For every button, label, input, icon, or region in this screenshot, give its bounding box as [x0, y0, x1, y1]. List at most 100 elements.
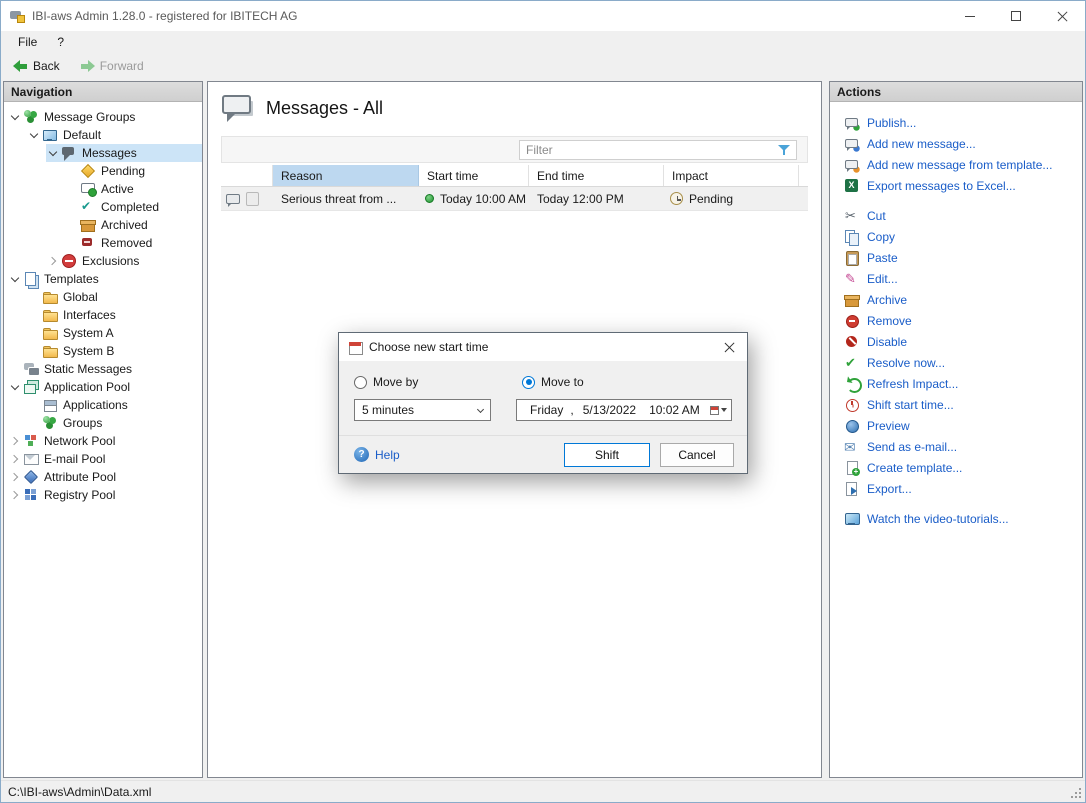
tree-item-e-mail-pool[interactable]: E-mail Pool	[4, 450, 202, 468]
chevron-down-icon[interactable]	[8, 272, 23, 287]
action-create-template[interactable]: Create template...	[844, 457, 1076, 478]
removed-icon	[80, 235, 96, 251]
action-edit[interactable]: Edit...	[844, 268, 1076, 289]
tree-item-active[interactable]: Active	[4, 180, 202, 198]
filter-input[interactable]	[526, 143, 777, 157]
tree-item-templates[interactable]: Templates	[4, 270, 202, 288]
action-resolve-now[interactable]: Resolve now...	[844, 352, 1076, 373]
column-header-end-time[interactable]: End time	[529, 165, 664, 186]
default-group-icon	[42, 127, 58, 143]
tree-item-label: Interfaces	[63, 308, 116, 322]
action-shift-start-time[interactable]: Shift start time...	[844, 394, 1076, 415]
action-add-new-message-from-template[interactable]: Add new message from template...	[844, 154, 1076, 175]
action-label: Resolve now...	[867, 356, 945, 370]
chevron-down-icon[interactable]	[27, 128, 42, 143]
app-icon	[9, 8, 25, 24]
add-message-icon	[844, 136, 860, 152]
tree-item-network-pool[interactable]: Network Pool	[4, 432, 202, 450]
action-archive[interactable]: Archive	[844, 289, 1076, 310]
tree-item-system-a[interactable]: System A	[4, 324, 202, 342]
tree-item-completed[interactable]: Completed	[4, 198, 202, 216]
tree-item-static-messages[interactable]: Static Messages	[4, 360, 202, 378]
action-refresh-impact[interactable]: Refresh Impact...	[844, 373, 1076, 394]
tree-item-registry-pool[interactable]: Registry Pool	[4, 486, 202, 504]
forward-button[interactable]: Forward	[74, 57, 150, 75]
tree-item-messages[interactable]: Messages	[4, 144, 202, 162]
action-disable[interactable]: Disable	[844, 331, 1076, 352]
chevron-right-icon[interactable]	[8, 434, 23, 449]
close-button[interactable]	[1039, 1, 1085, 31]
refresh-impact-icon	[844, 376, 860, 392]
chevron-right-icon[interactable]	[8, 470, 23, 485]
action-cut[interactable]: Cut	[844, 205, 1076, 226]
shift-button[interactable]: Shift	[564, 443, 650, 467]
tree-item-label: Groups	[63, 416, 102, 430]
filter-band	[221, 136, 808, 163]
chevron-down-icon[interactable]	[8, 380, 23, 395]
action-send-as-e-mail[interactable]: Send as e-mail...	[844, 436, 1076, 457]
menu-help[interactable]: ?	[48, 33, 73, 51]
tree-item-label: System B	[63, 344, 114, 358]
move-by-radio[interactable]: Move by	[354, 375, 522, 389]
actions-panel-header: Actions	[830, 82, 1082, 102]
minimize-button[interactable]	[947, 1, 993, 31]
action-remove[interactable]: Remove	[844, 310, 1076, 331]
tree-item-interfaces[interactable]: Interfaces	[4, 306, 202, 324]
paste-icon	[844, 250, 860, 266]
chevron-right-icon[interactable]	[8, 452, 23, 467]
action-copy[interactable]: Copy	[844, 226, 1076, 247]
action-paste[interactable]: Paste	[844, 247, 1076, 268]
tree-item-application-pool[interactable]: Application Pool	[4, 378, 202, 396]
action-preview[interactable]: Preview	[844, 415, 1076, 436]
menu-file[interactable]: File	[9, 33, 46, 51]
create-template-icon	[844, 460, 860, 476]
datetime-picker[interactable]: Friday , 5/13/2022 10:02 AM	[516, 399, 732, 421]
tree-item-exclusions[interactable]: Exclusions	[4, 252, 202, 270]
tree-item-message-groups[interactable]: Message Groups	[4, 108, 202, 126]
messages-header-icon	[221, 92, 255, 124]
messages-icon	[61, 145, 77, 161]
maximize-button[interactable]	[993, 1, 1039, 31]
tree-item-label: Static Messages	[44, 362, 132, 376]
back-button[interactable]: Back	[7, 57, 66, 75]
move-to-radio[interactable]: Move to	[522, 375, 584, 389]
resize-grip[interactable]	[1079, 796, 1081, 798]
action-label: Preview	[867, 419, 910, 433]
tree-item-global[interactable]: Global	[4, 288, 202, 306]
action-export-messages-to-excel[interactable]: Export messages to Excel...	[844, 175, 1076, 196]
tree-item-default[interactable]: Default	[4, 126, 202, 144]
action-label: Shift start time...	[867, 398, 954, 412]
duration-select[interactable]: 5 minutes	[354, 399, 491, 421]
tree-spacer	[65, 218, 80, 233]
column-header-impact[interactable]: Impact	[664, 165, 799, 186]
tree-item-system-b[interactable]: System B	[4, 342, 202, 360]
message-row[interactable]: Serious threat from ...Today 10:00 AMTod…	[221, 187, 808, 211]
chevron-right-icon[interactable]	[8, 488, 23, 503]
tree-item-pending[interactable]: Pending	[4, 162, 202, 180]
action-add-new-message[interactable]: Add new message...	[844, 133, 1076, 154]
tree-item-attribute-pool[interactable]: Attribute Pool	[4, 468, 202, 486]
help-link[interactable]: Help	[354, 447, 400, 462]
date-separator: ,	[570, 403, 573, 417]
radio-circle-icon	[522, 376, 535, 389]
cancel-button[interactable]: Cancel	[660, 443, 734, 467]
tree-item-groups[interactable]: Groups	[4, 414, 202, 432]
action-publish[interactable]: Publish...	[844, 112, 1076, 133]
column-header-start-time[interactable]: Start time	[419, 165, 529, 186]
filter-funnel-icon[interactable]	[777, 143, 791, 157]
column-header-reason[interactable]: Reason	[273, 165, 419, 186]
column-header-icons	[221, 165, 273, 186]
chevron-down-icon[interactable]	[46, 146, 61, 161]
action-label: Watch the video-tutorials...	[867, 512, 1009, 526]
tree-item-archived[interactable]: Archived	[4, 216, 202, 234]
shift-start-time-icon	[844, 397, 860, 413]
action-watch-the-video-tutorials[interactable]: Watch the video-tutorials...	[844, 508, 1076, 529]
dialog-close-button[interactable]	[711, 333, 747, 361]
chevron-down-icon[interactable]	[8, 110, 23, 125]
calendar-dropdown-button[interactable]	[707, 401, 730, 419]
send-email-icon	[844, 439, 860, 455]
chevron-right-icon[interactable]	[46, 254, 61, 269]
action-export[interactable]: Export...	[844, 478, 1076, 499]
tree-item-removed[interactable]: Removed	[4, 234, 202, 252]
tree-item-applications[interactable]: Applications	[4, 396, 202, 414]
